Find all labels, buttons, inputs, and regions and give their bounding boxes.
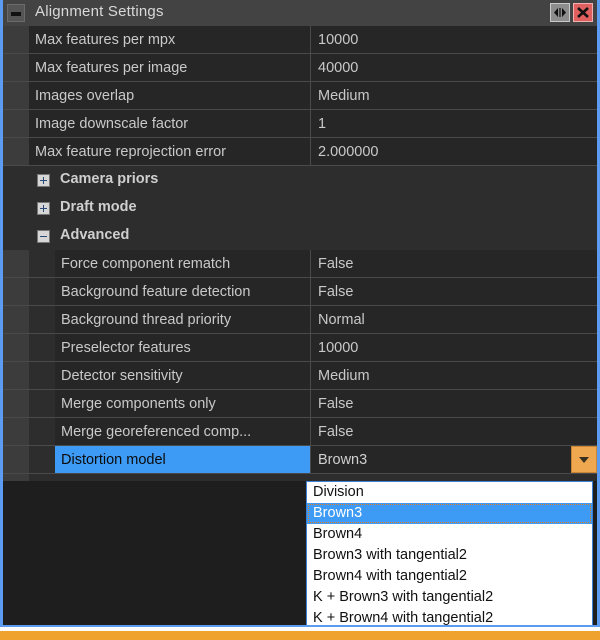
property-label: Background thread priority	[55, 306, 311, 333]
bottom-orange-strip	[0, 631, 600, 640]
property-row[interactable]: Merge components only False	[3, 390, 597, 418]
property-label: Force component rematch	[55, 250, 311, 277]
property-value[interactable]: False	[311, 418, 597, 445]
property-label: Image downscale factor	[29, 110, 311, 137]
alignment-settings-window: Alignment Settings Max features per mpx …	[0, 0, 600, 640]
property-label: Max features per mpx	[29, 26, 311, 53]
property-value[interactable]: False	[311, 250, 597, 277]
property-value[interactable]: False	[311, 278, 597, 305]
property-label: Images overlap	[29, 82, 311, 109]
properties-grid: Max features per mpx 10000 Max features …	[3, 26, 597, 481]
window-title: Alignment Settings	[35, 3, 164, 20]
property-value[interactable]: 40000	[311, 54, 597, 81]
property-row[interactable]: Force component rematch False	[3, 250, 597, 278]
plus-box-icon[interactable]	[37, 202, 50, 215]
property-label: Background feature detection	[55, 278, 311, 305]
property-value-combobox[interactable]: Brown3	[311, 446, 597, 473]
dropdown-option[interactable]: Brown4	[307, 524, 592, 545]
property-label: Max features per image	[29, 54, 311, 81]
dropdown-option[interactable]: Division	[307, 482, 592, 503]
group-label: Advanced	[60, 227, 130, 243]
minus-box-icon[interactable]	[37, 230, 50, 243]
property-label: Max feature reprojection error	[29, 138, 311, 165]
property-value[interactable]: 10000	[311, 26, 597, 53]
group-row-camera-priors[interactable]: Camera priors	[3, 166, 597, 194]
dropdown-option[interactable]: K + Brown3 with tangential2	[307, 587, 592, 608]
property-row[interactable]: Detector sensitivity Medium	[3, 362, 597, 390]
group-label: Draft mode	[60, 199, 137, 215]
chevron-down-icon	[579, 456, 589, 463]
property-row[interactable]: Background thread priority Normal	[3, 306, 597, 334]
close-button[interactable]	[573, 3, 593, 22]
property-value[interactable]: Medium	[311, 362, 597, 389]
property-row[interactable]: Background feature detection False	[3, 278, 597, 306]
property-row[interactable]: Max features per image 40000	[3, 54, 597, 82]
minus-icon	[11, 12, 21, 16]
dropdown-option-selected[interactable]: Brown3	[307, 503, 592, 524]
property-value[interactable]: 10000	[311, 334, 597, 361]
property-label: Distortion model	[55, 446, 311, 473]
property-row[interactable]: Merge georeferenced comp... False	[3, 418, 597, 446]
property-row[interactable]: Max feature reprojection error 2.000000	[3, 138, 597, 166]
group-row-draft-mode[interactable]: Draft mode	[3, 194, 597, 222]
property-label: Merge components only	[55, 390, 311, 417]
property-row-distortion-model[interactable]: Distortion model Brown3	[3, 446, 597, 474]
property-label: Preselector features	[55, 334, 311, 361]
distortion-model-dropdown-list[interactable]: Division Brown3 Brown4 Brown3 with tange…	[306, 481, 593, 625]
property-value[interactable]: Normal	[311, 306, 597, 333]
property-row[interactable]: Image downscale factor 1	[3, 110, 597, 138]
title-bar-buttons	[550, 3, 593, 22]
dropdown-option[interactable]: Brown4 with tangential2	[307, 566, 592, 587]
dropdown-option[interactable]: Brown3 with tangential2	[307, 545, 592, 566]
property-value[interactable]: False	[311, 390, 597, 417]
close-x-icon	[577, 7, 589, 18]
group-row-advanced[interactable]: Advanced	[3, 222, 597, 250]
settings-panel: Alignment Settings Max features per mpx …	[3, 0, 597, 625]
property-label: Detector sensitivity	[55, 362, 311, 389]
plus-box-icon[interactable]	[37, 174, 50, 187]
left-right-arrows-icon	[554, 8, 566, 17]
property-value[interactable]: 2.000000	[311, 138, 597, 165]
property-row[interactable]: Preselector features 10000	[3, 334, 597, 362]
property-row[interactable]: Images overlap Medium	[3, 82, 597, 110]
dropdown-option[interactable]: K + Brown4 with tangential2	[307, 608, 592, 625]
float-dock-button[interactable]	[550, 3, 570, 22]
property-row[interactable]: Max features per mpx 10000	[3, 26, 597, 54]
property-value[interactable]: Medium	[311, 82, 597, 109]
collapse-button[interactable]	[7, 4, 25, 22]
group-label: Camera priors	[60, 171, 159, 187]
combobox-dropdown-button[interactable]	[571, 446, 597, 473]
title-bar: Alignment Settings	[3, 0, 597, 26]
property-value[interactable]: 1	[311, 110, 597, 137]
property-label: Merge georeferenced comp...	[55, 418, 311, 445]
